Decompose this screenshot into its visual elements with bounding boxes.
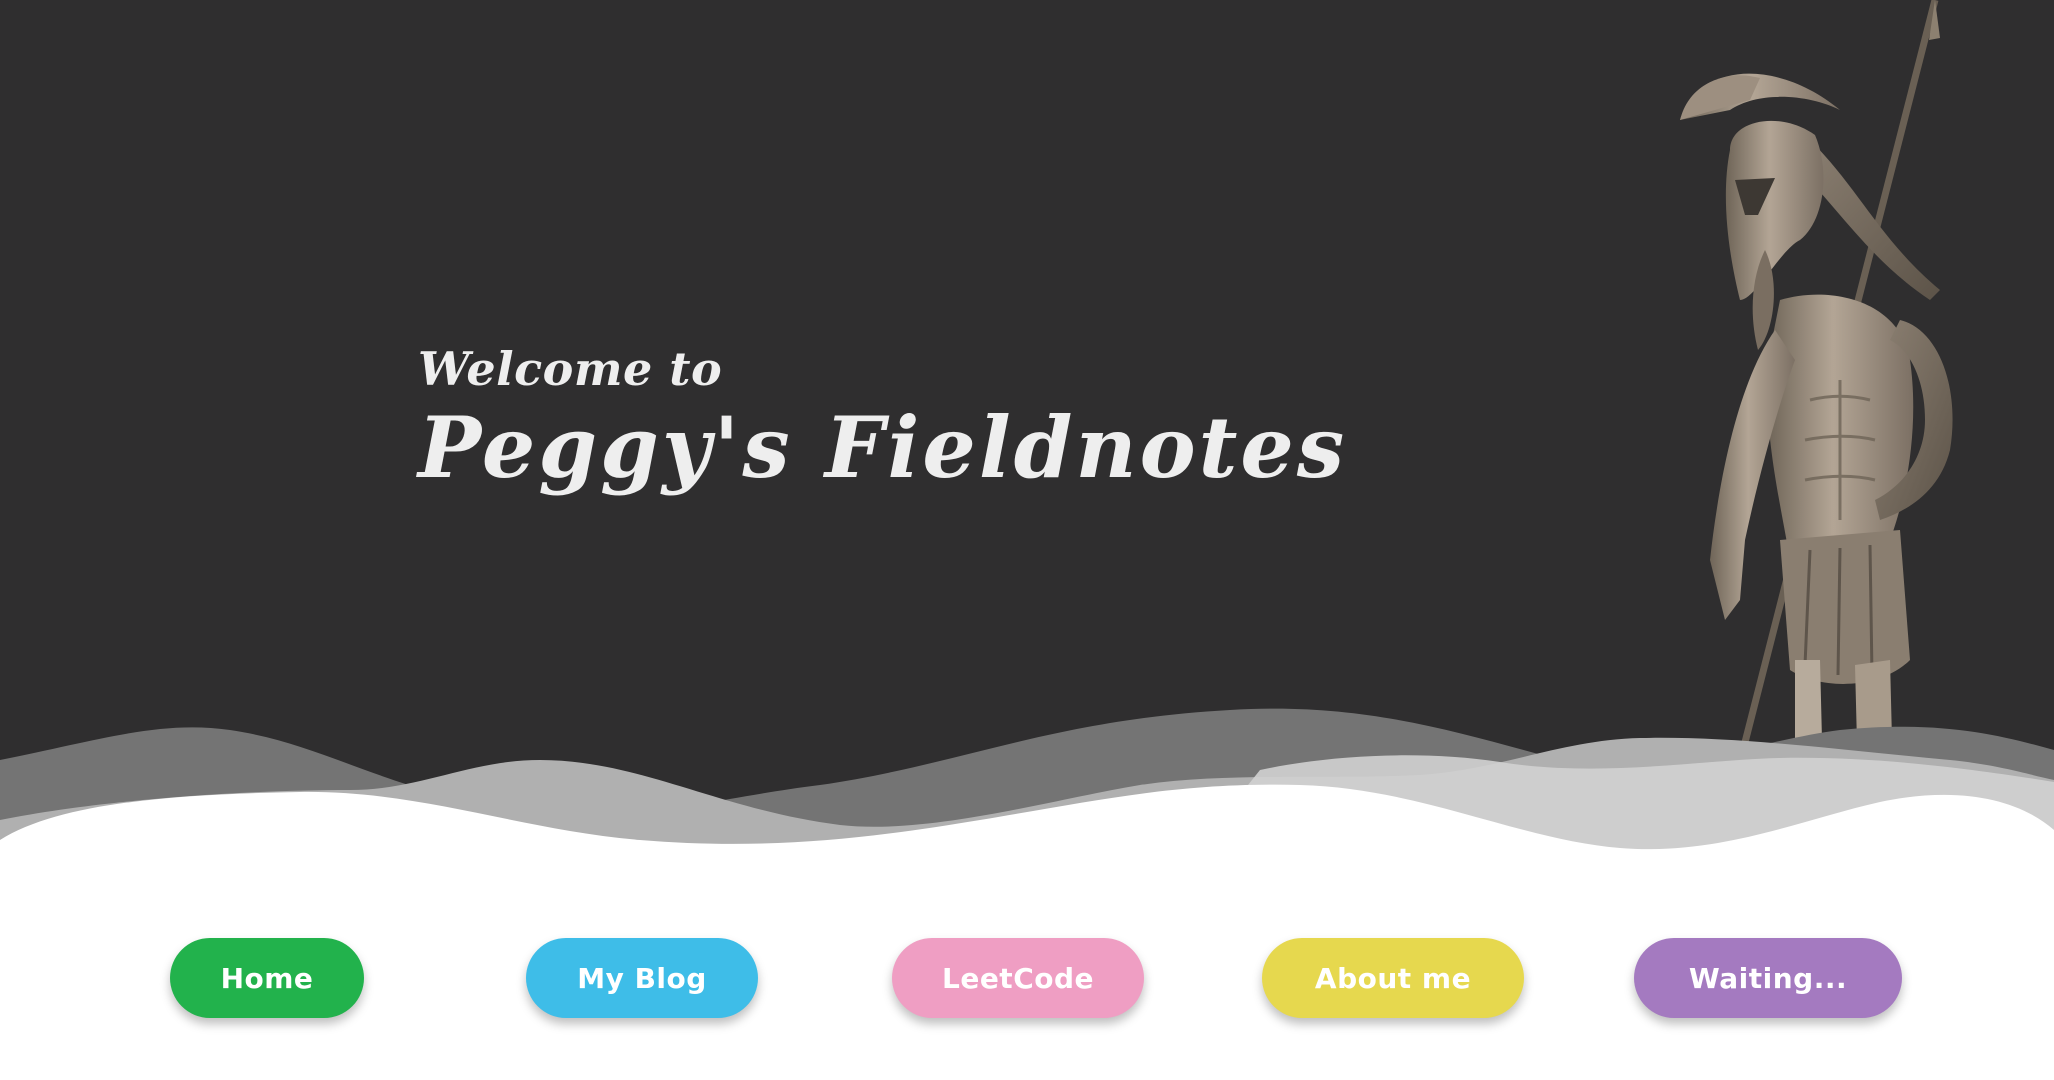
site-title: Peggy's Fieldnotes: [418, 398, 1348, 497]
page: Welcome to Peggy's Fieldnotes Home My Bl…: [0, 0, 2054, 1080]
about-me-button[interactable]: About me: [1262, 938, 1524, 1018]
leetcode-button[interactable]: LeetCode: [892, 938, 1144, 1018]
hero-titles: Welcome to Peggy's Fieldnotes: [418, 346, 1347, 490]
wave-divider: [0, 708, 2054, 870]
main-nav: Home My Blog LeetCode About me Waiting..…: [0, 938, 2054, 1018]
my-blog-button[interactable]: My Blog: [526, 938, 758, 1018]
waiting-button[interactable]: Waiting...: [1634, 938, 1902, 1018]
welcome-text: Welcome to: [418, 342, 723, 396]
home-button[interactable]: Home: [170, 938, 364, 1018]
